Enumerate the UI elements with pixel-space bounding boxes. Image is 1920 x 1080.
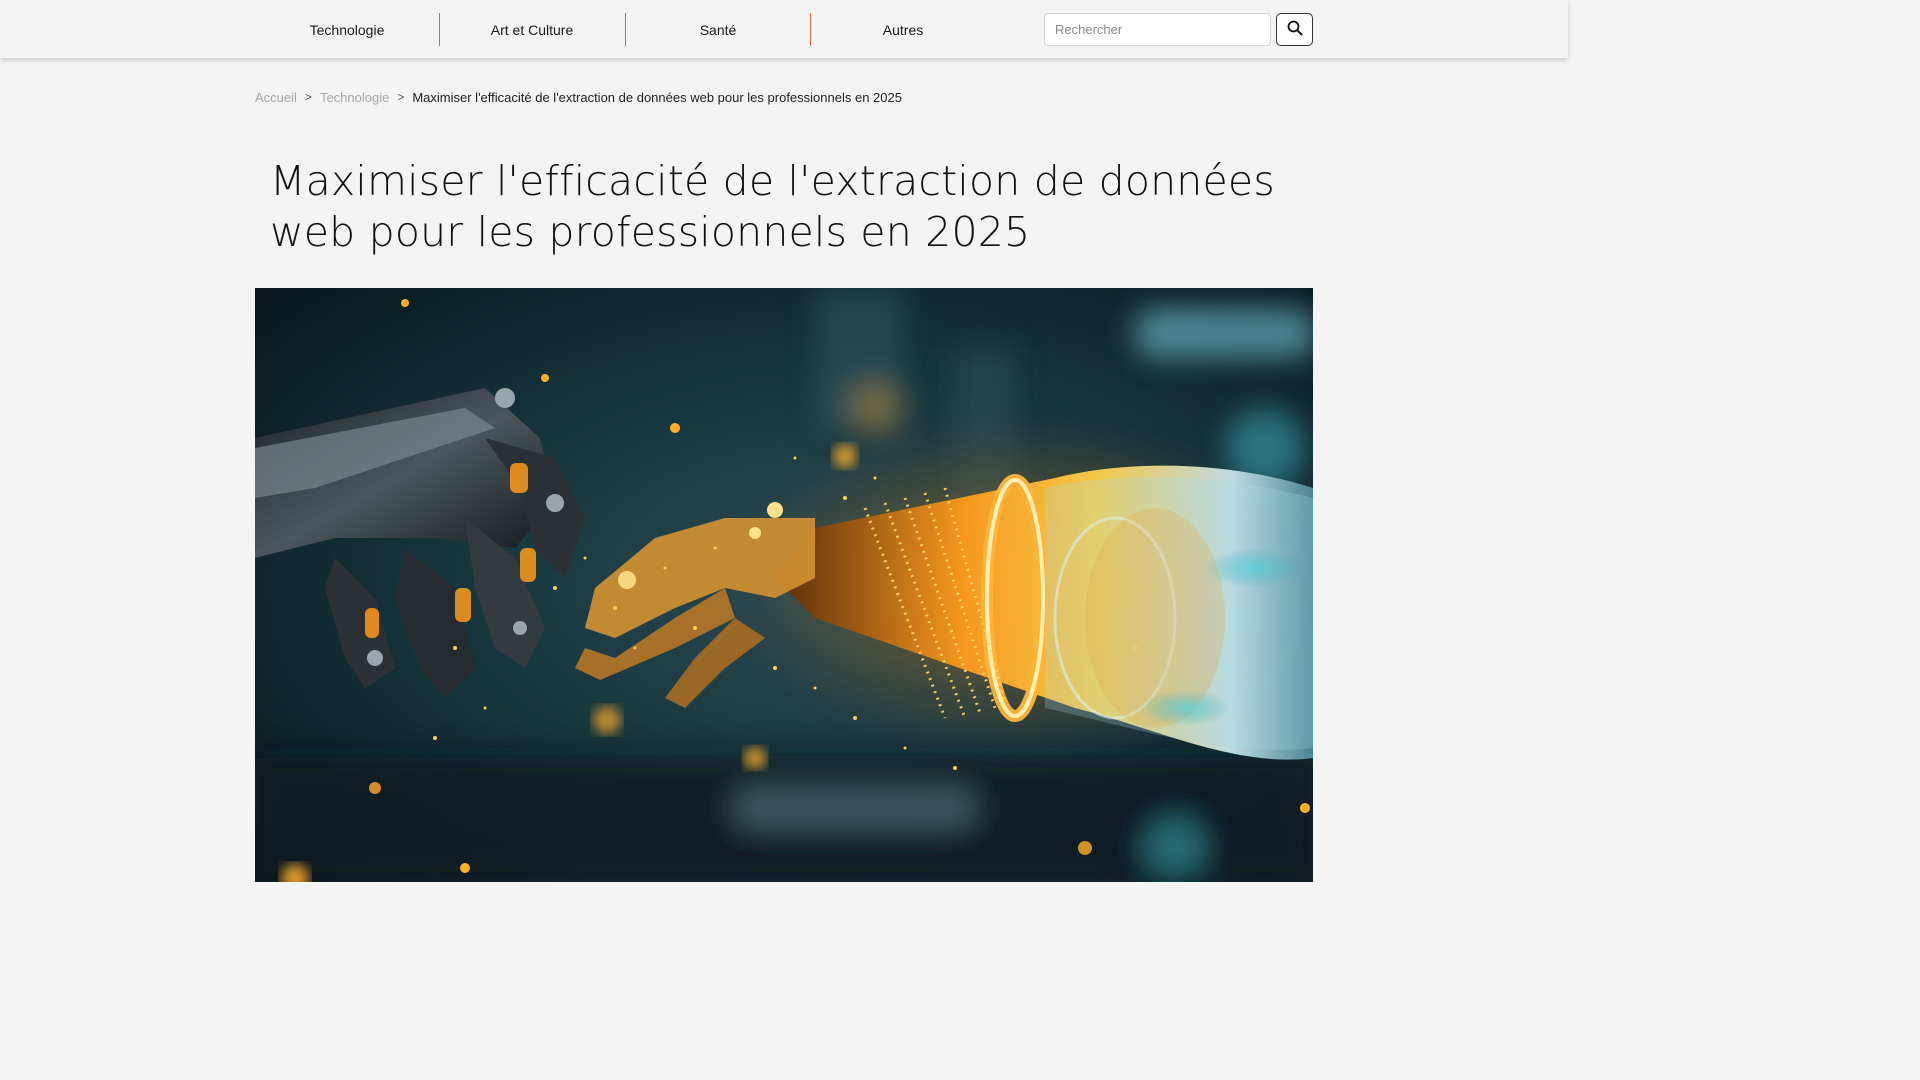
breadcrumb-separator: > (397, 90, 405, 104)
search-icon (1287, 20, 1303, 39)
robot-hands-illustration (255, 288, 1313, 882)
top-navigation: Technologie Art et Culture Santé Autres (0, 0, 1568, 58)
breadcrumb-current: Maximiser l'efficacité de l'extraction d… (412, 89, 902, 105)
breadcrumb-category-link[interactable]: Technologie (320, 90, 389, 105)
page-title: Maximiser l'efficacité de l'extraction d… (270, 157, 1275, 256)
search-button[interactable] (1276, 13, 1313, 46)
nav-item-sante[interactable]: Santé (626, 13, 810, 46)
hero-image (255, 288, 1313, 882)
breadcrumb-home-link[interactable]: Accueil (255, 90, 297, 105)
nav-item-autres[interactable]: Autres (811, 13, 995, 46)
search-input[interactable] (1044, 13, 1271, 46)
breadcrumb-separator: > (304, 90, 312, 104)
nav-item-technologie[interactable]: Technologie (255, 13, 439, 46)
breadcrumb: Accueil > Technologie > Maximiser l'effi… (255, 88, 902, 106)
nav-item-art-et-culture[interactable]: Art et Culture (440, 13, 624, 46)
